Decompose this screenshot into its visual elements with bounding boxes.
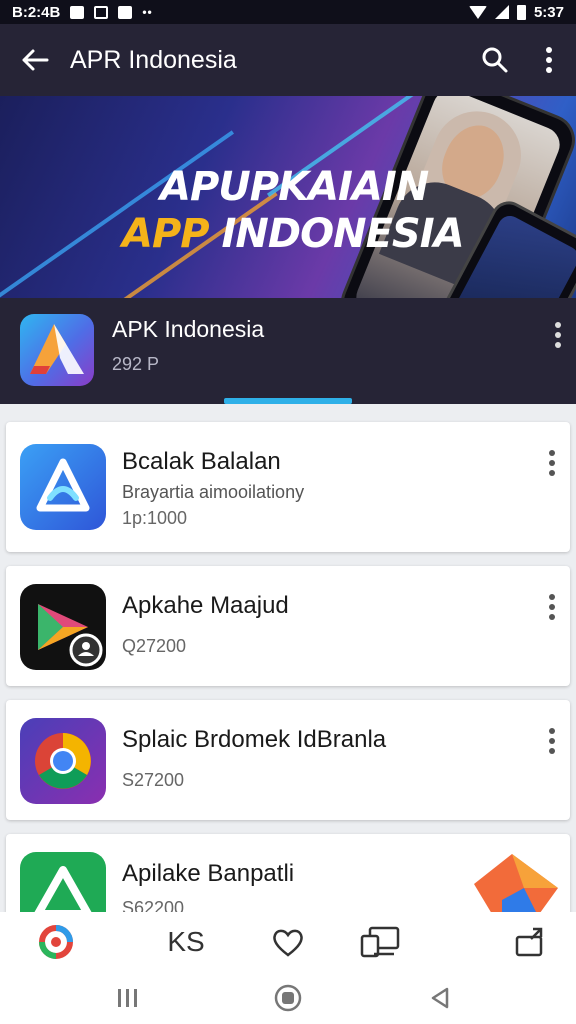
- banner-headline: APUPKAIAIN: [160, 164, 429, 210]
- arrow-left-icon: [22, 49, 49, 71]
- notification-icon: [118, 5, 133, 19]
- heart-icon: [273, 929, 303, 957]
- app-more-button[interactable]: [548, 450, 556, 481]
- devices-icon: [360, 926, 400, 958]
- app-description: Brayartia aimooilationy: [122, 482, 305, 502]
- system-nav-bar: [0, 972, 576, 1024]
- nav-ks[interactable]: KS: [164, 920, 208, 964]
- app-logo: [20, 314, 94, 386]
- status-bar: B:2:4B •• 5:37: [0, 0, 576, 24]
- featured-app-name: APK Indonesia: [112, 316, 265, 342]
- nav-home[interactable]: [34, 920, 78, 964]
- nav-ks-label: KS: [167, 926, 205, 957]
- back-triangle-icon: [431, 987, 449, 1009]
- bottom-nav: KS: [0, 912, 576, 972]
- featured-app[interactable]: APK Indonesia 292 P: [0, 298, 576, 404]
- promo-banner[interactable]: APUPKAIAIN APP INDONESIA: [0, 96, 576, 298]
- nav-share[interactable]: [508, 920, 552, 964]
- notification-icon: [70, 5, 85, 19]
- app-title: Splaic Brdomek IdBranla: [122, 726, 387, 753]
- banner-highlight: APP: [122, 211, 210, 257]
- more-vert-icon: [546, 47, 552, 73]
- back-button[interactable]: [0, 24, 70, 96]
- featured-app-subtitle: 292 P: [112, 354, 160, 374]
- app-icon: [20, 718, 106, 804]
- recents-icon: [118, 989, 137, 1007]
- share-icon: [515, 927, 543, 957]
- recents-button[interactable]: [108, 982, 148, 1014]
- status-time-left: B:2:4B: [12, 3, 61, 21]
- back-nav-button[interactable]: [420, 982, 460, 1014]
- featured-more-button[interactable]: [554, 322, 562, 353]
- more-vert-icon: [549, 728, 555, 754]
- search-icon: [482, 47, 508, 73]
- app-meta: Q27200: [122, 636, 187, 656]
- home-button[interactable]: [268, 982, 308, 1014]
- wifi-icon: [468, 5, 487, 19]
- app-more-button[interactable]: [548, 728, 556, 759]
- page-title: APR Indonesia: [70, 45, 237, 74]
- more-notifications-icon: ••: [142, 5, 153, 19]
- search-button[interactable]: [468, 24, 522, 96]
- more-vert-icon: [549, 450, 555, 476]
- app-list-item[interactable]: Bcalak Balalan Brayartia aimooilationy 1…: [6, 422, 570, 552]
- app-list-item[interactable]: Apilake Banpatli S62200: [6, 834, 570, 924]
- app-meta: 1p:1000: [122, 508, 188, 528]
- more-vert-icon: [555, 322, 561, 348]
- home-circle-icon: [274, 984, 302, 1012]
- app-bar: APR Indonesia: [0, 24, 576, 96]
- signal-icon: [494, 5, 509, 19]
- banner-highlight-rest: INDONESIA: [208, 211, 465, 257]
- app-icon: [20, 584, 106, 670]
- battery-icon: [516, 4, 526, 20]
- overflow-menu-button[interactable]: [522, 24, 576, 96]
- home-logo-icon: [39, 925, 73, 959]
- nav-favorites[interactable]: [266, 920, 310, 964]
- app-title: Bcalak Balalan: [122, 448, 281, 475]
- app-title: Apilake Banpatli: [122, 860, 295, 887]
- banner-subheadline: APP INDONESIA: [122, 211, 465, 257]
- app-meta: S27200: [122, 770, 185, 790]
- app-title: Apkahe Maajud: [122, 592, 289, 619]
- app-list-item[interactable]: Apkahe Maajud Q27200: [6, 566, 570, 686]
- app-more-button[interactable]: [548, 594, 556, 625]
- status-time-right: 5:37: [533, 3, 564, 21]
- more-vert-icon: [549, 594, 555, 620]
- app-icon: [20, 444, 106, 530]
- notification-icon: [94, 5, 109, 19]
- nav-devices[interactable]: [358, 920, 402, 964]
- tab-indicator: [224, 398, 352, 404]
- app-list-item[interactable]: Splaic Brdomek IdBranla S27200: [6, 700, 570, 820]
